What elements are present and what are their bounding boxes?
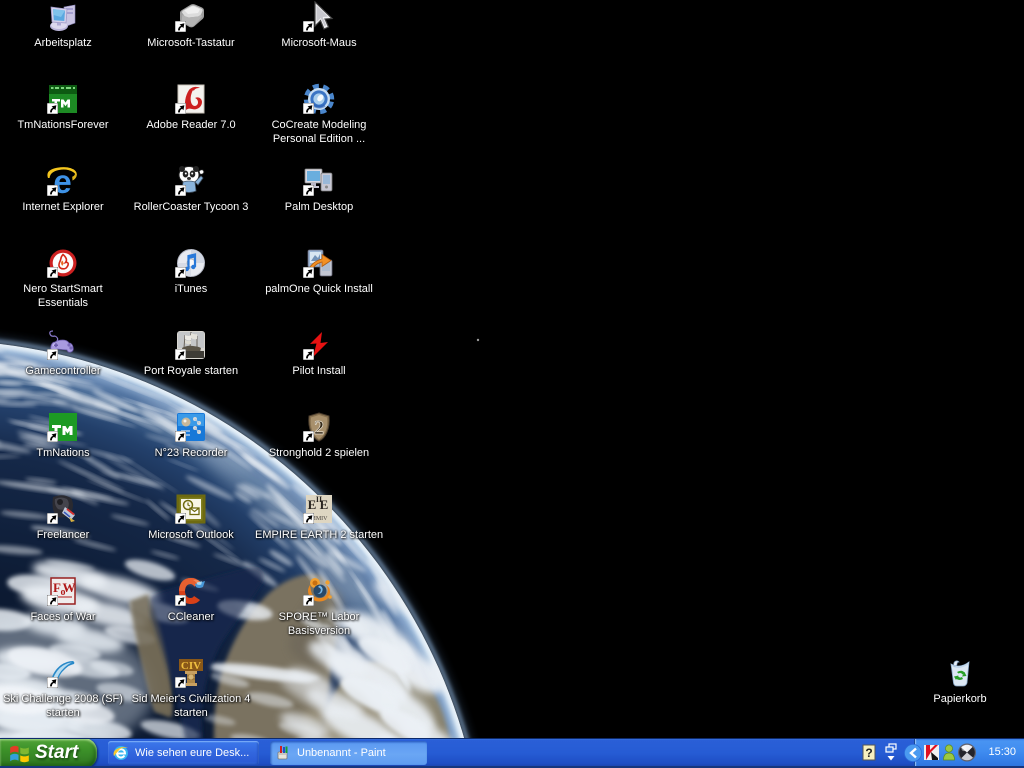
svg-text:II: II [316,495,322,504]
svg-text:2: 2 [314,417,324,439]
svg-text:CIV: CIV [181,660,201,672]
svg-text:W: W [63,580,76,595]
svg-text:?: ? [865,746,872,760]
